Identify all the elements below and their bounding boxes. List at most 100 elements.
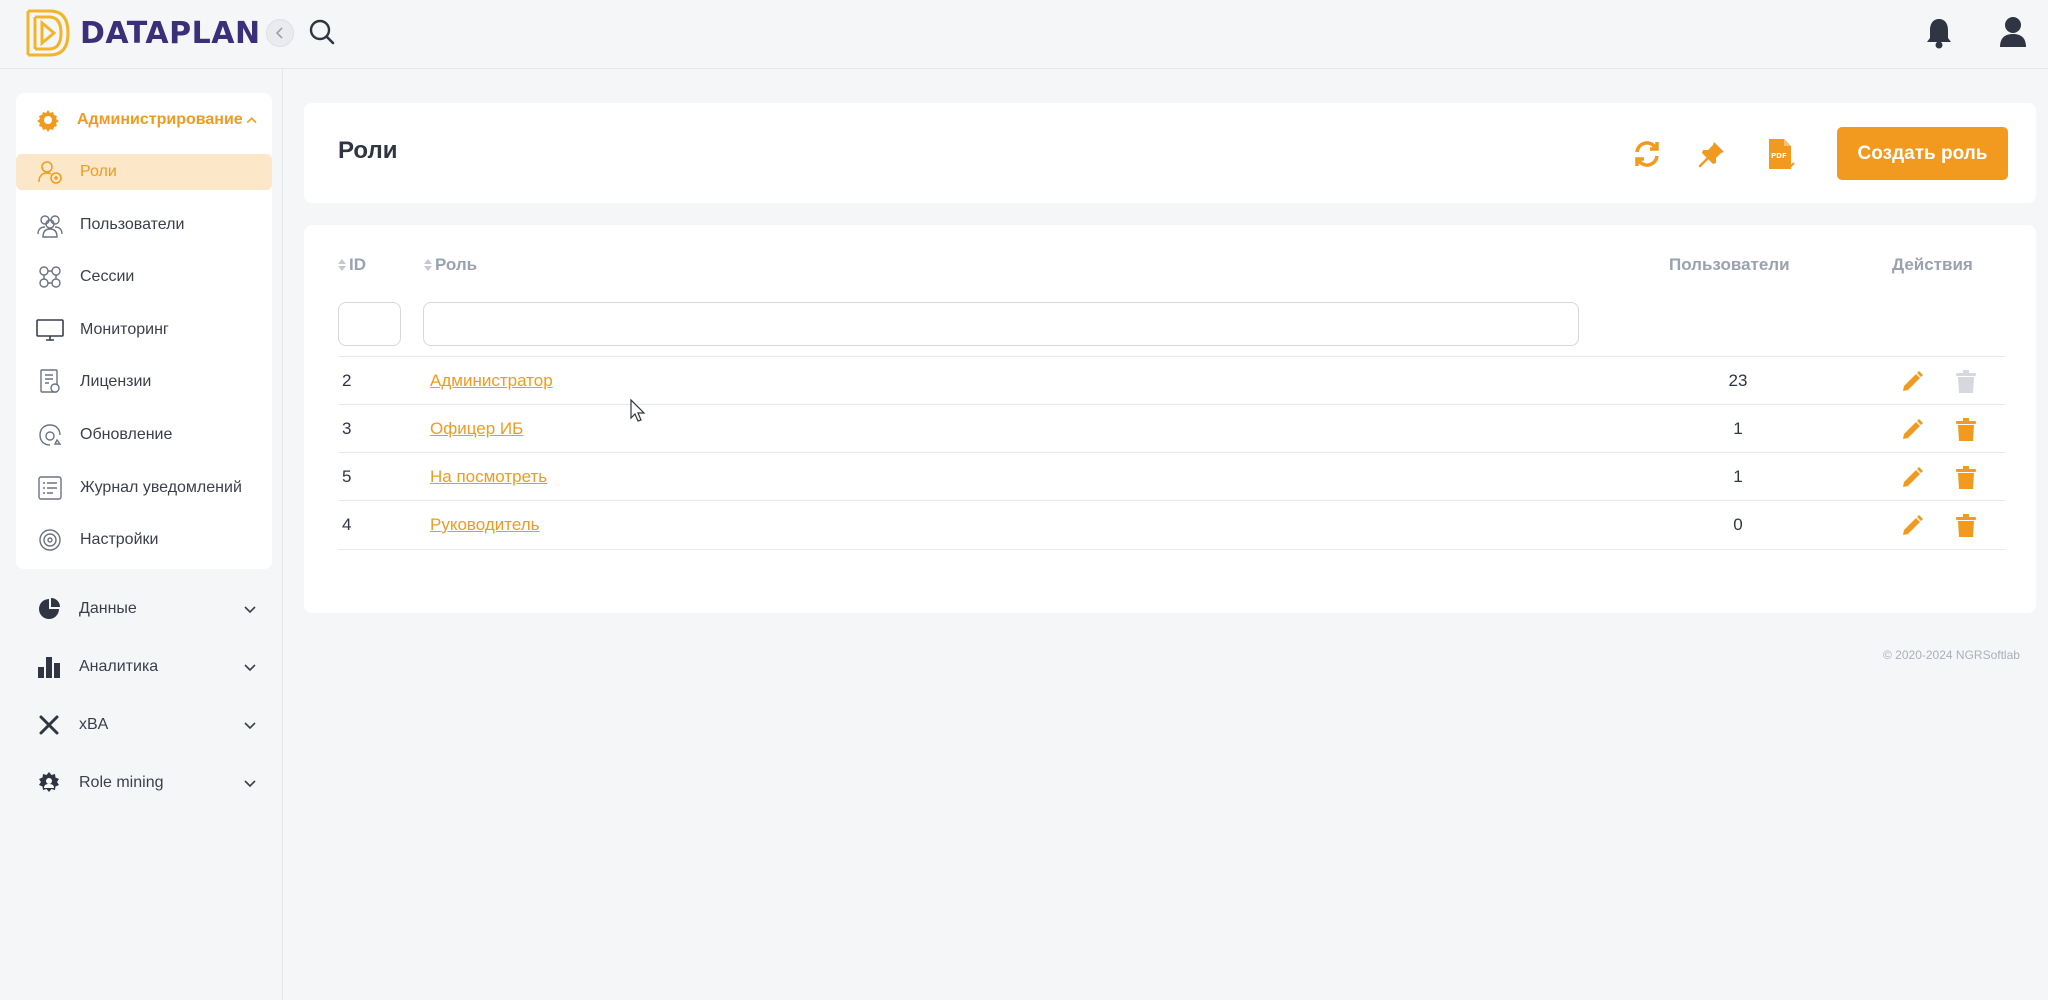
sidebar-item-roles[interactable]: Роли: [16, 154, 272, 190]
role-users-count: 0: [1733, 515, 1743, 534]
sidebar-item-label: Настройки: [80, 531, 159, 548]
roles-icon: [36, 158, 64, 186]
trash-icon: [1956, 370, 1976, 393]
sidebar-section-role-mining[interactable]: Role mining: [16, 763, 272, 803]
logo[interactable]: DATAPLAN: [24, 8, 261, 58]
search-button[interactable]: [307, 17, 337, 47]
mouse-cursor-icon: [630, 399, 646, 422]
sessions-icon: [36, 263, 64, 291]
edit-button[interactable]: [1899, 369, 1925, 395]
role-name-link[interactable]: Руководитель: [430, 515, 540, 535]
update-icon: [36, 421, 64, 449]
trash-icon: [1956, 514, 1976, 537]
sidebar-item-label: Журнал уведомлений: [80, 479, 242, 496]
sidebar-item-label: Пользователи: [80, 216, 185, 233]
sort-icon: [338, 259, 346, 271]
pencil-icon: [1903, 515, 1923, 535]
pin-icon: [1698, 142, 1724, 168]
role-id: 3: [342, 419, 352, 438]
column-header-users: Пользователи: [1669, 255, 1790, 274]
role-name-link[interactable]: Администратор: [430, 371, 553, 391]
sidebar-item-notification-journal[interactable]: Журнал уведомлений: [16, 470, 272, 506]
notifications-button[interactable]: [1924, 16, 1954, 50]
sidebar-section-data-label: Данные: [79, 600, 137, 617]
journal-icon: [36, 474, 64, 502]
sidebar-item-label: Мониторинг: [80, 321, 169, 338]
trash-icon: [1956, 418, 1976, 441]
sidebar-section-xba-label: xBA: [79, 716, 109, 733]
users-icon: [36, 211, 64, 239]
pdf-export-icon: PDF: [1769, 139, 1795, 169]
monitor-icon: [36, 316, 64, 344]
delete-button[interactable]: [1953, 465, 1979, 491]
edit-button[interactable]: [1899, 417, 1925, 443]
pencil-icon: [1903, 467, 1923, 487]
page-header-card: Роли PDF Создать роль: [304, 103, 2036, 203]
table-row: 4 Руководитель 0: [338, 500, 2005, 548]
sidebar-section-admin-label: Администрирование: [77, 111, 243, 128]
table-row: 3 Офицер ИБ 1: [338, 404, 2005, 452]
sidebar-item-label: Сессии: [80, 268, 135, 285]
user-profile-button[interactable]: [1998, 15, 2028, 49]
role-id: 2: [342, 371, 352, 390]
id-filter-input[interactable]: [338, 302, 401, 346]
footer-copyright: © 2020-2024 NGRSoftlab: [1883, 648, 2020, 662]
column-header-role[interactable]: Роль: [424, 255, 477, 275]
role-users-count: 1: [1733, 467, 1743, 486]
pin-button[interactable]: [1695, 137, 1729, 171]
chevron-down-icon: [244, 664, 256, 672]
delete-button[interactable]: [1953, 417, 1979, 443]
refresh-button[interactable]: [1630, 137, 1664, 171]
top-bar: DATAPLAN: [0, 0, 2048, 69]
chevron-left-icon: [275, 27, 283, 39]
sidebar-item-settings[interactable]: Настройки: [16, 522, 272, 558]
sidebar-item-label: Обновление: [80, 426, 173, 443]
sidebar-item-licenses[interactable]: Лицензии: [16, 364, 272, 400]
dataplan-logo-icon: [26, 9, 70, 57]
sidebar-section-admin[interactable]: Администрирование: [16, 100, 272, 140]
refresh-icon: [1635, 141, 1659, 167]
role-name-link[interactable]: На посмотреть: [430, 467, 547, 487]
sidebar-item-monitoring[interactable]: Мониторинг: [16, 312, 272, 348]
role-name-link[interactable]: Офицер ИБ: [430, 419, 523, 439]
sort-icon: [424, 259, 432, 271]
table-row: 2 Администратор 23: [338, 356, 2005, 404]
sidebar-section-role-mining-label: Role mining: [79, 774, 164, 791]
sidebar-item-users[interactable]: Пользователи: [16, 207, 272, 243]
roles-table-card: ID Роль Пользователи Действия 2 Админист…: [304, 225, 2036, 613]
sidebar-section-analytics[interactable]: Аналитика: [16, 647, 272, 687]
bar-chart-icon: [36, 654, 62, 680]
create-role-button[interactable]: Создать роль: [1837, 127, 2008, 180]
column-header-label: Роль: [435, 255, 478, 274]
delete-button[interactable]: [1953, 369, 1979, 395]
trash-icon: [1956, 466, 1976, 489]
chevron-down-icon: [244, 606, 256, 614]
sidebar-collapse-button[interactable]: [266, 19, 294, 47]
sidebar-section-data[interactable]: Данные: [16, 589, 272, 629]
chevron-down-icon: [244, 780, 256, 788]
column-header-id[interactable]: ID: [338, 255, 366, 275]
gear-icon: [36, 107, 60, 133]
sidebar-item-label: Роли: [80, 163, 117, 180]
sidebar-section-xba[interactable]: xBA: [16, 705, 272, 745]
sidebar-item-update[interactable]: Обновление: [16, 417, 272, 453]
role-users-count: 23: [1728, 371, 1748, 390]
settings-icon: [36, 526, 64, 554]
column-header-label: ID: [349, 255, 366, 274]
edit-button[interactable]: [1899, 513, 1925, 539]
bell-icon: [1927, 19, 1951, 49]
pencil-icon: [1903, 419, 1923, 439]
role-filter-input[interactable]: [423, 302, 1579, 346]
edit-button[interactable]: [1899, 465, 1925, 491]
svg-text:PDF: PDF: [1771, 152, 1787, 160]
sidebar-item-sessions[interactable]: Сессии: [16, 259, 272, 295]
page-title: Роли: [338, 137, 398, 164]
sidebar-item-label: Лицензии: [80, 373, 152, 390]
pdf-export-button[interactable]: PDF: [1764, 137, 1798, 171]
delete-button[interactable]: [1953, 513, 1979, 539]
sidebar-section-analytics-label: Аналитика: [79, 658, 159, 675]
license-icon: [36, 368, 64, 396]
table-row: 5 На посмотреть 1: [338, 452, 2005, 500]
role-id: 4: [342, 515, 352, 534]
table-bottom-border: [338, 549, 2005, 550]
